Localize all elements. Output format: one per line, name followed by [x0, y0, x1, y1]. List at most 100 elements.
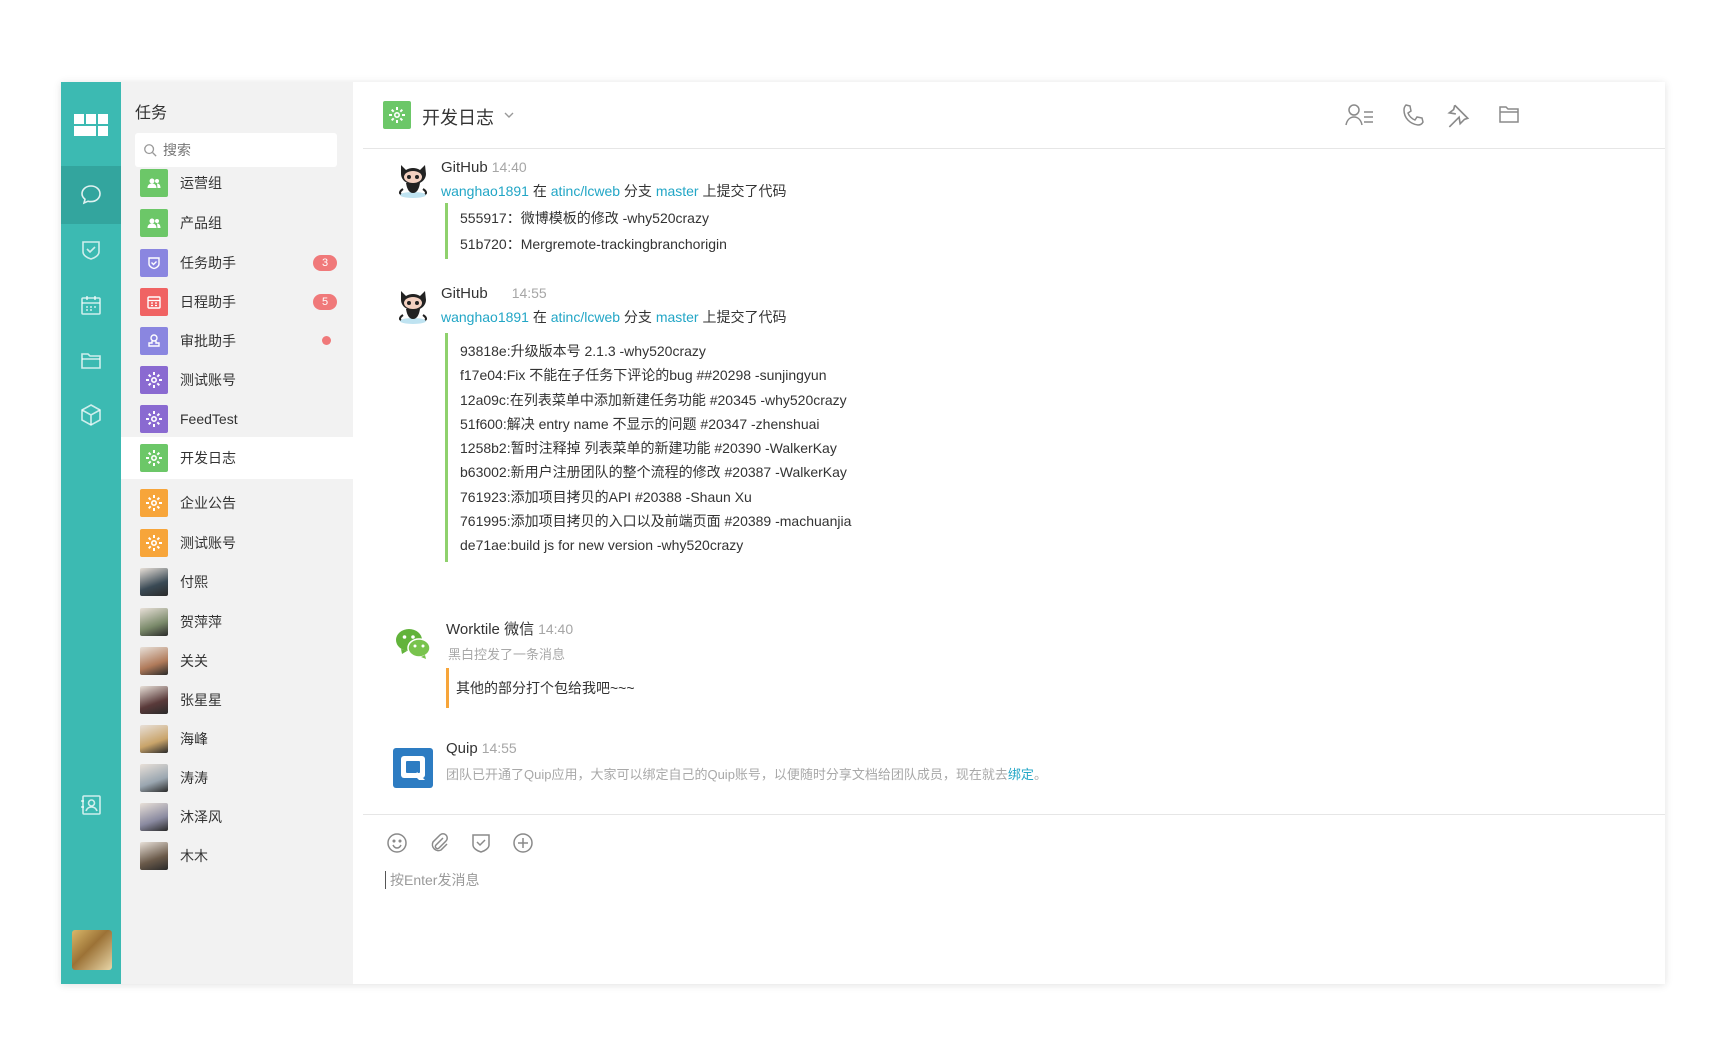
unread-dot — [322, 336, 331, 345]
commit-item: 555917：微博模板的修改 -why520crazy — [460, 210, 709, 226]
channel-name: 企业公告 — [180, 495, 236, 511]
channel-item[interactable]: 任务助手 3 — [121, 242, 353, 284]
message-time: 14:55 — [511, 285, 547, 301]
channel-item[interactable]: 关关 — [121, 640, 353, 682]
repo-link[interactable]: atinc/lcweb — [551, 183, 620, 199]
cube-icon — [81, 404, 101, 426]
channel-item[interactable]: 运营组 — [121, 162, 353, 204]
message-subtitle: 黑白控发了一条消息 — [448, 647, 566, 662]
message-input[interactable]: 按Enter发消息 — [385, 871, 479, 889]
commit-item: f17e04:Fix 不能在子任务下评论的bug ##20298 -sunjin… — [460, 367, 827, 384]
wechat-icon — [396, 629, 431, 659]
gear-icon — [140, 444, 168, 472]
current-user-avatar[interactable] — [72, 930, 112, 970]
github-octocat-icon — [398, 291, 428, 324]
channel-item[interactable]: 付熙 — [121, 561, 353, 603]
channel-name: 开发日志 — [180, 450, 236, 466]
sender-line: GitHub 14:55 — [441, 285, 547, 302]
message-time: 14:55 — [481, 740, 517, 756]
channel-name: 运营组 — [180, 175, 222, 191]
commit-item: 93818e:升级版本号 2.1.3 -why520crazy — [460, 343, 706, 359]
task-icon[interactable] — [469, 831, 493, 855]
phone-icon[interactable] — [1401, 102, 1425, 128]
pin-icon[interactable] — [1445, 102, 1471, 128]
avatar — [140, 686, 168, 714]
search-icon — [144, 144, 157, 157]
channel-item[interactable]: 张星星 — [121, 679, 353, 721]
folder-icon[interactable] — [1497, 102, 1521, 126]
channel-item[interactable]: 开发日志 — [121, 437, 353, 479]
attachment-icon[interactable] — [427, 831, 451, 855]
repo-link[interactable]: atinc/lcweb — [551, 309, 620, 325]
nav-apps[interactable] — [61, 386, 121, 444]
message-github-1: GitHub 14:40 wanghao1891 在 atinc/lcweb 分支… — [393, 159, 1193, 269]
sender-name[interactable]: GitHub — [441, 285, 488, 302]
gear-icon — [140, 529, 168, 557]
calendar-icon — [140, 288, 168, 316]
channel-name: 任务助手 — [180, 255, 236, 271]
gear-icon — [140, 366, 168, 394]
channel-item[interactable]: 审批助手 — [121, 320, 353, 362]
user-link[interactable]: wanghao1891 — [441, 183, 529, 199]
sender-name[interactable]: Worktile 微信 — [446, 621, 534, 638]
nav-calendar[interactable] — [61, 276, 121, 334]
commit-item: de71ae:build js for new version -why520c… — [460, 537, 744, 554]
branch-link[interactable]: master — [656, 183, 699, 199]
channel-list: 任务 运营组产品组任务助手 3 日程助手 5 审批助手测试账号 FeedTest 开发日志企… — [121, 82, 353, 984]
worktile-logo — [74, 114, 108, 136]
message-quip: Quip 14:55 团队已开通了Quip应用，大家可以绑定自己的Quip账号，以… — [393, 740, 1293, 800]
sender-name[interactable]: Quip — [446, 740, 478, 757]
channel-item[interactable]: 测试账号 — [121, 359, 353, 401]
quip-notice: 团队已开通了Quip应用，大家可以绑定自己的Quip账号，以便随时分享文档给团队… — [446, 767, 1047, 782]
channel-item[interactable]: 企业公告 — [121, 482, 353, 524]
nav-chat[interactable] — [61, 166, 121, 224]
channel-title[interactable]: 开发日志 — [422, 104, 494, 130]
commit-item: b63002:新用户注册团队的整个流程的修改 #20387 -WalkerKay — [460, 464, 847, 481]
composer: 按Enter发消息 — [363, 814, 1665, 984]
search-input[interactable] — [163, 142, 323, 158]
sender-name[interactable]: GitHub — [441, 159, 488, 176]
nav-files[interactable] — [61, 331, 121, 389]
smile-icon[interactable] — [385, 831, 409, 855]
gear-icon — [140, 489, 168, 517]
channel-item[interactable]: 木木 — [121, 835, 353, 877]
commit-list: 555917：微博模板的修改 -why520crazy 51b720：Mergr… — [445, 203, 727, 259]
channel-item[interactable]: 测试账号 — [121, 522, 353, 564]
channel-name: 木木 — [180, 848, 208, 864]
channel-name: 涛涛 — [180, 770, 208, 786]
plus-icon[interactable] — [511, 831, 535, 855]
branch-link[interactable]: master — [656, 309, 699, 325]
channel-name: 产品组 — [180, 215, 222, 231]
commit-item: 1258b2:暂时注释掉 列表菜单的新建功能 #20390 -WalkerKay — [460, 440, 837, 457]
channel-item[interactable]: FeedTest — [121, 398, 353, 440]
nav-rail — [61, 82, 121, 984]
nav-contacts[interactable] — [61, 776, 121, 834]
members-icon[interactable] — [1345, 102, 1375, 128]
nav-tasks[interactable] — [61, 221, 121, 279]
avatar — [140, 725, 168, 753]
channel-name: 关关 — [180, 653, 208, 669]
message-time: 14:40 — [491, 159, 527, 175]
folder-icon — [81, 353, 101, 369]
unread-badge: 3 — [313, 255, 337, 271]
user-link[interactable]: wanghao1891 — [441, 309, 529, 325]
channel-name: 海峰 — [180, 731, 208, 747]
channel-item[interactable]: 日程助手 5 — [121, 281, 353, 323]
list-title: 任务 — [135, 105, 168, 122]
channel-name: 张星星 — [180, 692, 222, 708]
avatar — [140, 842, 168, 870]
gear-icon — [140, 405, 168, 433]
channel-icon — [383, 101, 411, 129]
task-icon — [140, 249, 168, 277]
chevron-down-icon[interactable] — [503, 109, 515, 121]
channel-item[interactable]: 海峰 — [121, 718, 353, 760]
bind-link[interactable]: 绑定 — [1008, 767, 1034, 782]
channel-name: 测试账号 — [180, 372, 236, 388]
channel-item[interactable]: 沐泽风 — [121, 796, 353, 838]
channel-name: 日程助手 — [180, 294, 236, 310]
channel-item[interactable]: 涛涛 — [121, 757, 353, 799]
channel-name: 付熙 — [180, 574, 208, 590]
channel-item[interactable]: 产品组 — [121, 202, 353, 244]
commit-item: 12a09c:在列表菜单中添加新建任务功能 #20345 -why520craz… — [460, 391, 847, 408]
channel-item[interactable]: 贺萍萍 — [121, 601, 353, 643]
